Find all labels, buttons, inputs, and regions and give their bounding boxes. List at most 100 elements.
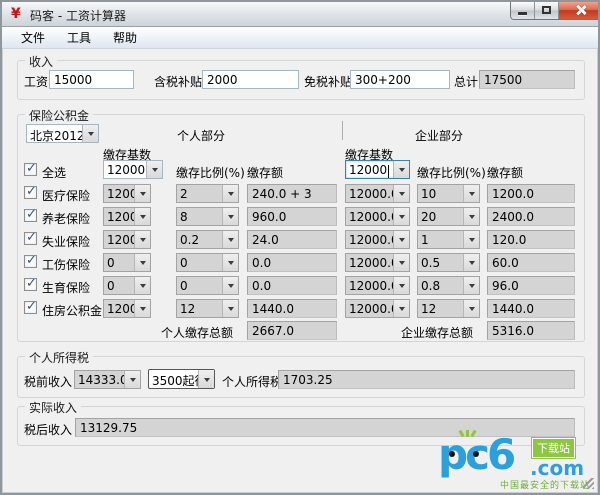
personal-ratio-combo[interactable]: 12 [176,299,239,318]
check-icon: ✓ [26,253,37,268]
select-all-enterprise-base-combo[interactable]: 12000 [345,160,410,179]
personal-ratio-combo[interactable]: 8 [176,207,239,226]
personal-base-combo[interactable]: 12000.0 [103,299,151,318]
download-badge: 下载站 [532,438,575,458]
check-icon: ✓ [26,299,37,314]
income-total-field: 17500 [479,70,575,89]
combo-text: 12000 [349,163,387,177]
region-select-value: 北京2012 [27,125,82,142]
region-select[interactable]: 北京2012 [26,124,99,143]
combo-value: 14333.0 [75,371,124,388]
check-icon: ✓ [26,230,37,245]
dropdown-arrow-icon [463,300,479,317]
row-label: 养老保险 [42,210,90,227]
close-icon [576,5,586,15]
taxable-allowance-input[interactable] [202,70,299,89]
enterprise-amount-field: 96.0 [487,276,575,295]
enterprise-ratio-combo[interactable]: 20 [417,207,480,226]
select-all-label: 全选 [42,164,66,181]
resize-grip[interactable] [583,478,594,489]
pretax-income-combo[interactable]: 14333.0 [74,370,141,389]
tax-result-label: 个人所得税 [222,373,282,390]
personal-ratio-combo[interactable]: 0 [176,253,239,272]
combo-value: 0 [177,254,222,271]
insurance-row-medical: ✓ 医疗保险 12000.0 2 240.0 + 3 12000.0 10 12… [2,184,598,203]
select-all-checkbox[interactable]: ✓ [24,163,37,176]
enterprise-amount-field: 1200.0 [487,184,575,203]
menu-bar: 文件 工具 帮助 [2,27,598,49]
combo-value: 1 [418,231,463,248]
personal-amount-field: 0.0 [247,253,337,272]
combo-value: 0 [104,277,134,294]
enterprise-base-combo[interactable]: 12000.0 [345,230,410,249]
minimize-icon [518,12,527,15]
row-checkbox[interactable]: ✓ [24,255,37,268]
maximize-button[interactable] [535,2,559,19]
combo-value: 12000.0 [104,300,134,317]
enterprise-ratio-combo[interactable]: 12 [417,299,480,318]
check-icon: ✓ [26,161,37,176]
dropdown-arrow-icon [198,370,214,388]
check-icon: ✓ [26,207,37,222]
row-checkbox[interactable]: ✓ [24,186,37,199]
enterprise-amount-field: 2400.0 [487,207,575,226]
enterprise-base-combo[interactable]: 12000.0 [345,184,410,203]
dropdown-arrow-icon [393,277,409,294]
personal-ratio-combo[interactable]: 2 [176,184,239,203]
personal-amount-field: 960.0 [247,207,337,226]
select-all-personal-base-combo[interactable]: 12000 [103,160,163,179]
taxfree-allowance-input[interactable] [350,70,450,89]
row-checkbox[interactable]: ✓ [24,278,37,291]
personal-ratio-combo[interactable]: 0.2 [176,230,239,249]
salary-input[interactable] [49,70,134,89]
personal-base-combo[interactable]: 0 [103,253,151,272]
insurance-row-maternity: ✓ 生育保险 0 0 0.0 12000.0 0.8 96.0 [2,276,598,295]
personal-base-combo[interactable]: 12000.0 [103,230,151,249]
minimize-button[interactable] [511,2,535,19]
insurance-row-unemployment: ✓ 失业保险 12000.0 0.2 24.0 12000.0 1 120.0 [2,230,598,249]
total-label: 总计 [454,73,478,90]
tax-threshold-combo[interactable]: 3500起征 [148,369,215,389]
dropdown-arrow-icon [222,254,238,271]
dropdown-arrow-icon [463,254,479,271]
row-checkbox[interactable]: ✓ [24,232,37,245]
row-checkbox[interactable]: ✓ [24,209,37,222]
combo-value: 12000 [104,161,146,178]
title-bar[interactable]: ¥ 码客 - 工资计算器 [2,2,598,27]
row-label: 失业保险 [42,233,90,250]
menu-help[interactable]: 帮助 [102,27,148,48]
combo-value: 0.8 [418,277,463,294]
taxfree-allowance-label: 免税补贴 [304,73,352,90]
combo-value: 12000.0 [346,231,393,248]
dropdown-arrow-icon [134,185,150,202]
personal-base-combo[interactable]: 0 [103,276,151,295]
menu-file[interactable]: 文件 [10,27,56,48]
dropdown-arrow-icon [463,208,479,225]
combo-value: 12 [418,300,463,317]
personal-base-combo[interactable]: 12000.0 [103,184,151,203]
close-button[interactable] [559,2,600,19]
dropdown-arrow-icon [393,208,409,225]
enterprise-ratio-combo[interactable]: 10 [417,184,480,203]
check-icon: ✓ [26,184,37,199]
enterprise-ratio-combo[interactable]: 0.5 [417,253,480,272]
dropdown-arrow-icon [134,300,150,317]
row-label: 工伤保险 [42,256,90,273]
menu-tools[interactable]: 工具 [56,27,102,48]
enterprise-base-combo[interactable]: 12000.0 [345,207,410,226]
personal-amount-field: 240.0 + 3 [247,184,337,203]
after-tax-label: 税后收入 [24,421,72,438]
combo-value: 12000.0 [104,208,134,225]
combo-value: 0.2 [177,231,222,248]
enterprise-base-combo[interactable]: 12000.0 [345,299,410,318]
dropdown-arrow-icon [463,185,479,202]
personal-amount-field: 1440.0 [247,299,337,318]
personal-ratio-combo[interactable]: 0 [176,276,239,295]
enterprise-ratio-combo[interactable]: 1 [417,230,480,249]
personal-base-combo[interactable]: 12000.0 [103,207,151,226]
row-checkbox[interactable]: ✓ [24,301,37,314]
enterprise-base-combo[interactable]: 12000.0 [345,253,410,272]
enterprise-base-combo[interactable]: 12000.0 [345,276,410,295]
text-caret [388,165,389,178]
enterprise-ratio-combo[interactable]: 0.8 [417,276,480,295]
